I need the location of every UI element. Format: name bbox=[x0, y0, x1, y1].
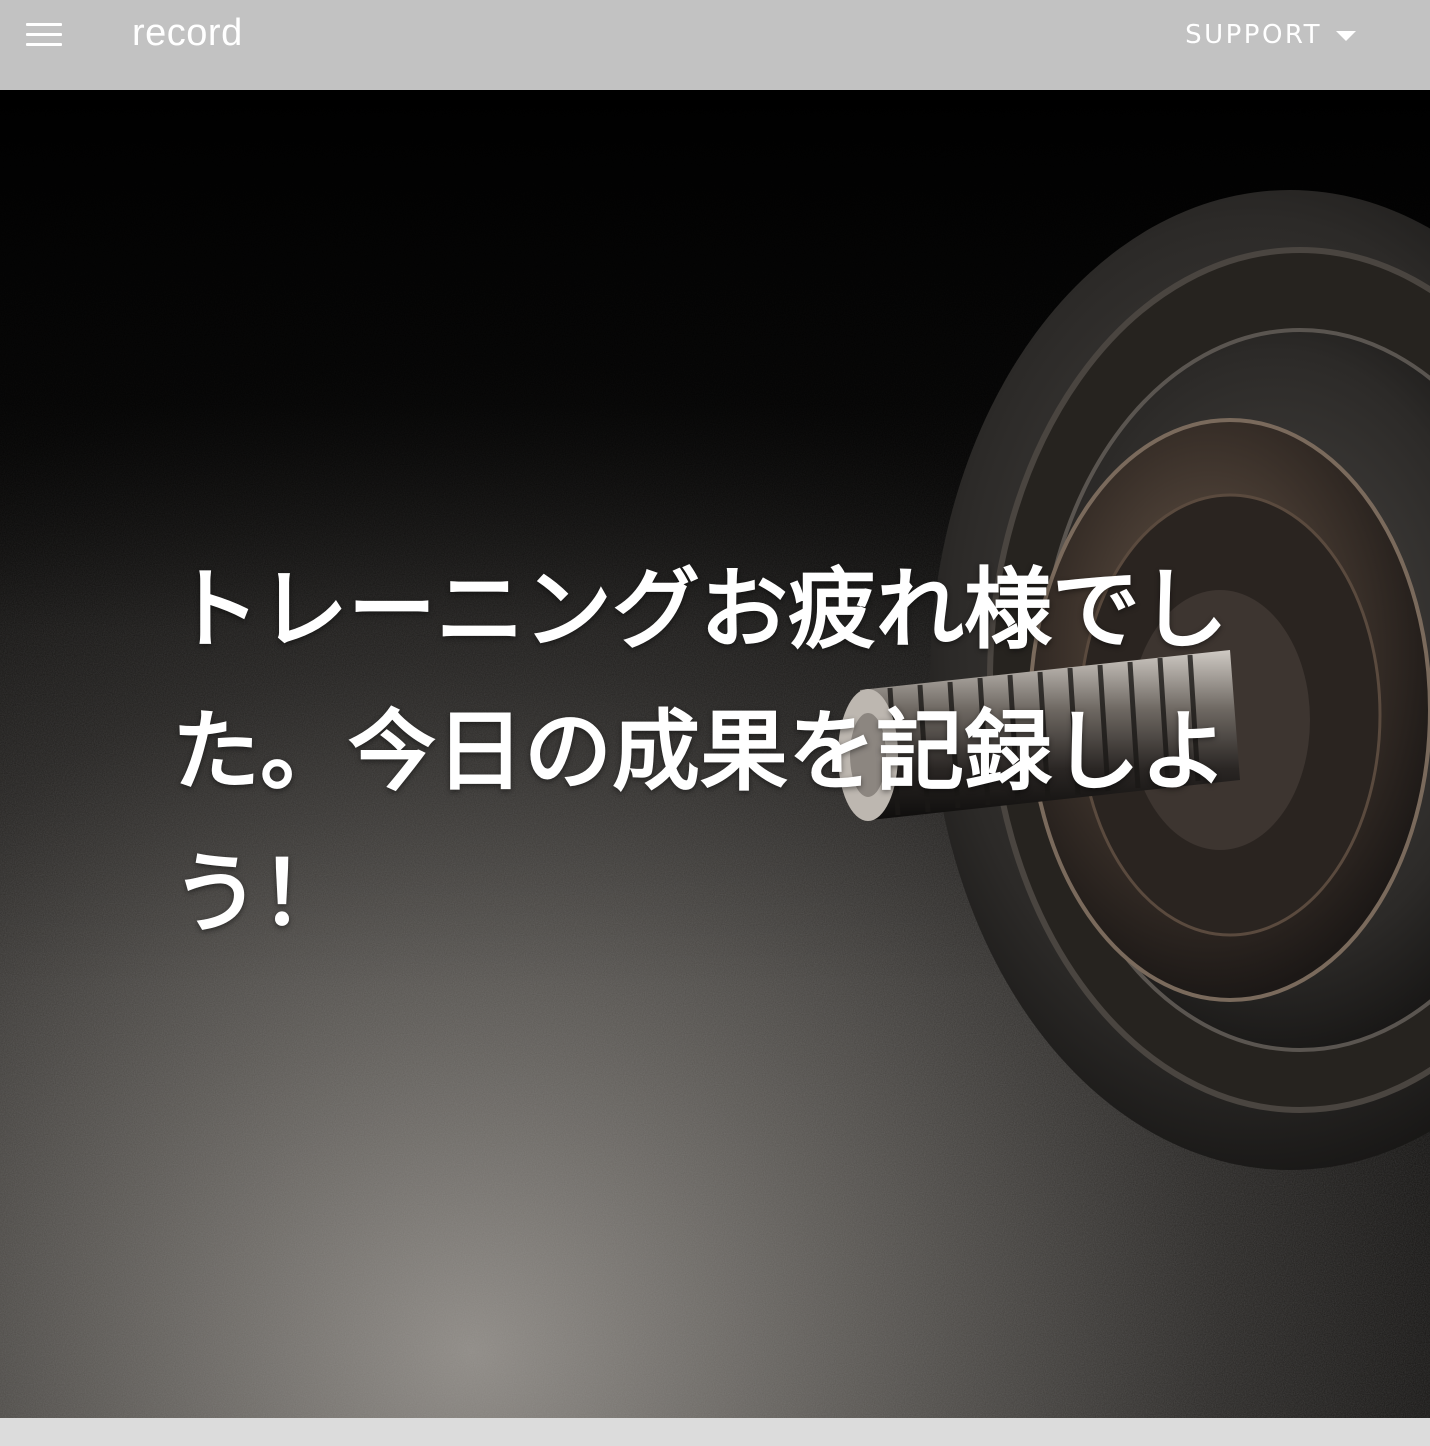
hero-headline: トレーニングお疲れ様でした。今日の成果を記録しよう！ bbox=[172, 557, 1229, 945]
app-bar: record SUPPORT bbox=[0, 0, 1430, 90]
menu-line bbox=[26, 23, 62, 26]
caret-down-icon bbox=[1336, 31, 1356, 41]
support-label: SUPPORT bbox=[1185, 20, 1322, 50]
hero-banner: トレーニングお疲れ様でした。今日の成果を記録しよう！ bbox=[0, 90, 1430, 1418]
menu-line bbox=[26, 33, 62, 36]
bottom-strip bbox=[0, 1418, 1430, 1446]
support-dropdown[interactable]: SUPPORT bbox=[1185, 20, 1356, 50]
app-title: record bbox=[132, 12, 243, 54]
menu-line bbox=[26, 43, 62, 46]
hamburger-menu-icon[interactable] bbox=[22, 20, 66, 50]
